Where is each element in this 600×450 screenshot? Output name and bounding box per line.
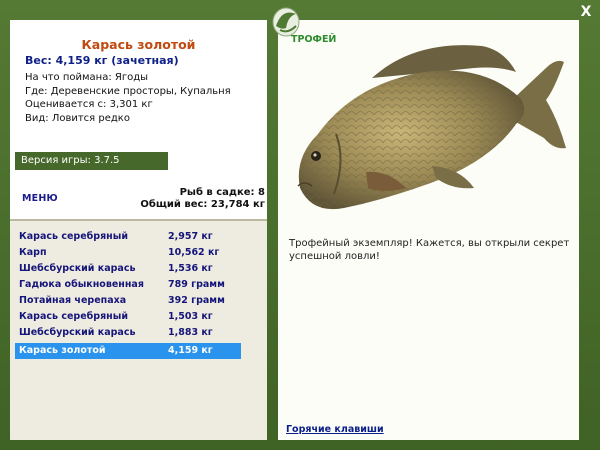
catch-weight: 1,883 кг <box>168 327 213 338</box>
fish-name-title: Карась золотой <box>81 37 196 52</box>
catch-weight: 392 грамм <box>168 295 225 306</box>
catch-weight: 4,159 кг <box>168 345 213 356</box>
catch-name: Карп <box>19 247 47 258</box>
catch-weight: 2,957 кг <box>168 231 213 242</box>
fish-details: На что поймана: Ягоды Где: Деревенские п… <box>25 71 231 125</box>
catch-row[interactable]: Карась серебряный 2,957 кг <box>15 229 241 245</box>
catch-row[interactable]: Шебсбурский карась 1,536 кг <box>15 261 241 277</box>
fish-weight: Вес: 4,159 кг (зачетная) <box>25 54 179 67</box>
catch-weight: 1,503 кг <box>168 311 213 322</box>
catch-name: Шебсбурский карась <box>19 263 136 274</box>
close-button[interactable]: X <box>578 4 594 20</box>
catch-weight: 789 грамм <box>168 279 225 290</box>
catch-row[interactable]: Карась серебряный 1,503 кг <box>15 309 241 325</box>
trophy-message: Трофейный экземпляр! Кажется, вы открыли… <box>289 238 570 262</box>
menu-button[interactable]: МЕНЮ <box>22 193 58 204</box>
fish-count: Рыб в садке: 8 <box>179 187 265 198</box>
bait-info: На что поймана: Ягоды <box>25 72 149 83</box>
catch-name: Карась золотой <box>19 345 106 356</box>
catch-row[interactable]: Шебсбурский карась 1,883 кг <box>15 325 241 341</box>
total-weight: Общий вес: 23,784 кг <box>140 199 265 210</box>
catch-name: Карась серебряный <box>19 311 128 322</box>
location-info: Где: Деревенские просторы, Купальня <box>25 85 231 97</box>
catch-row[interactable]: Потайная черепаха 392 грамм <box>15 293 241 309</box>
hotkeys-link[interactable]: Горячие клавиши <box>286 424 384 435</box>
catch-row-selected[interactable]: Карась золотой 4,159 кг <box>15 343 241 359</box>
catch-name: Шебсбурский карась <box>19 327 136 338</box>
keepnet-stats: Рыб в садке: 8 Общий вес: 23,784 кг <box>140 187 265 211</box>
close-icon[interactable]: X <box>581 4 592 20</box>
catch-weight: 1,536 кг <box>168 263 213 274</box>
catch-list: Карась серебряный 2,957 кг Карп 10,562 к… <box>10 219 267 440</box>
catch-name: Гадюка обыкновенная <box>19 279 144 290</box>
crucian-carp-image <box>297 45 566 210</box>
game-version: Версия игры: 3.7.5 <box>15 152 168 170</box>
value-info: Оценивается с: 3,301 кг <box>25 99 153 110</box>
catch-name: Потайная черепаха <box>19 295 127 306</box>
catch-name: Карась серебряный <box>19 231 128 242</box>
catch-weight: 10,562 кг <box>168 247 220 258</box>
catch-row[interactable]: Гадюка обыкновенная 789 грамм <box>15 277 241 293</box>
catch-row[interactable]: Карп 10,562 кг <box>15 245 241 261</box>
rarity-info: Вид: Ловится редко <box>25 112 130 124</box>
